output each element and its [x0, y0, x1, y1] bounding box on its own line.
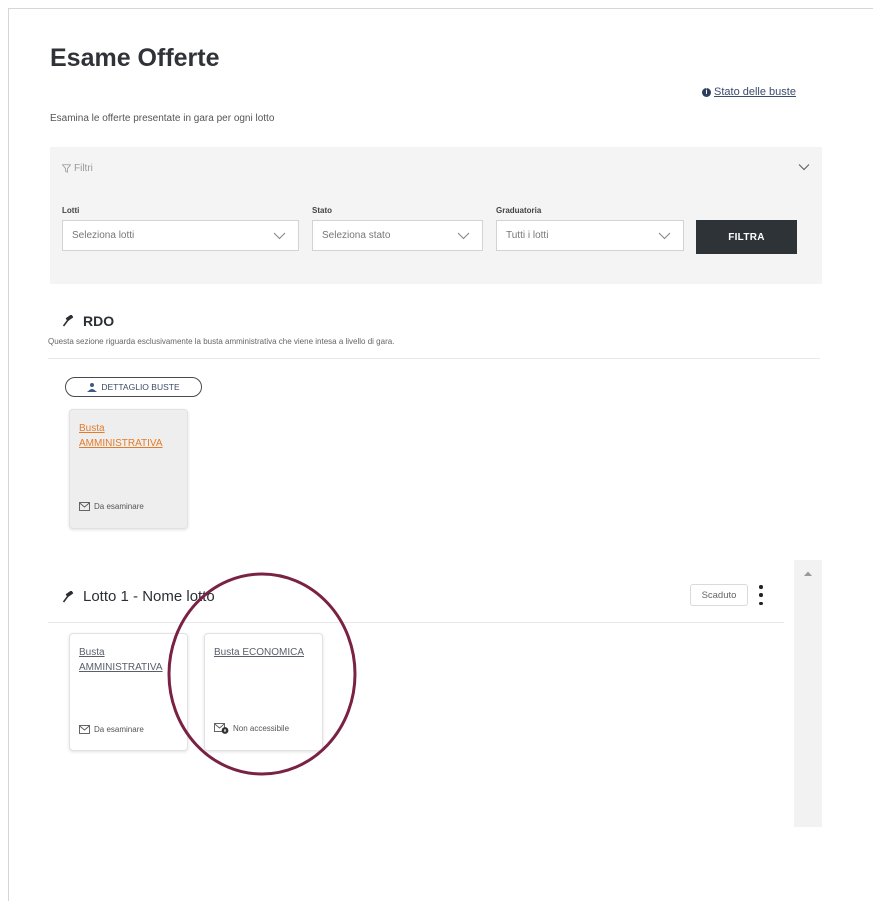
- details-buste-button[interactable]: DETTAGLIO BUSTE: [65, 377, 202, 397]
- card-status-text: Da esaminare: [94, 502, 144, 511]
- graduatoria-select[interactable]: Tutti i lotti: [496, 220, 684, 251]
- details-buste-label: DETTAGLIO BUSTE: [101, 382, 180, 392]
- envelope-lock-icon: [214, 723, 229, 734]
- envelope-icon: [79, 725, 90, 734]
- status-link-label[interactable]: Stato delle buste: [714, 86, 796, 98]
- card-status-text: Non accessibile: [233, 724, 290, 733]
- gavel-icon: [62, 315, 74, 327]
- chevron-down-icon: [457, 232, 470, 240]
- page-subtitle: Esamina le offerte presentate in gara pe…: [50, 113, 275, 124]
- lotto-section-title: Lotto 1 - Nome lotto: [62, 588, 215, 605]
- divider: [48, 358, 820, 359]
- chevron-down-icon: [273, 232, 286, 240]
- divider: [48, 622, 784, 623]
- lotto-busta-amministrativa-card[interactable]: Busta AMMINISTRATIVA Da esaminare: [69, 633, 188, 751]
- scroll-up-icon[interactable]: [803, 570, 813, 577]
- status-badge: Scaduto: [690, 584, 748, 606]
- info-icon: i: [702, 87, 711, 97]
- busta-amministrativa-link[interactable]: Busta AMMINISTRATIVA: [79, 645, 183, 675]
- kebab-menu-icon[interactable]: [757, 585, 765, 605]
- stato-label: Stato: [312, 206, 332, 215]
- stato-select[interactable]: Seleziona stato: [312, 220, 483, 251]
- page-title: Esame Offerte: [50, 44, 220, 72]
- filter-button[interactable]: FILTRA: [696, 220, 797, 254]
- filters-label: Filtri: [74, 163, 93, 174]
- filter-icon: [62, 164, 71, 173]
- lotti-select[interactable]: Seleziona lotti: [62, 220, 299, 251]
- rdo-title: RDO: [83, 313, 115, 329]
- lotto-title: Lotto 1 - Nome lotto: [83, 588, 215, 605]
- card-status: Non accessibile: [214, 723, 289, 734]
- stato-select-value: Seleziona stato: [322, 230, 391, 241]
- filters-toggle[interactable]: Filtri: [62, 163, 93, 174]
- users-icon: [87, 383, 97, 392]
- card-status: Da esaminare: [79, 502, 144, 511]
- gavel-icon: [62, 590, 74, 602]
- chevron-down-icon[interactable]: [798, 163, 810, 171]
- card-status-text: Da esaminare: [94, 725, 144, 734]
- status-link[interactable]: i Stato delle buste: [702, 86, 796, 98]
- rdo-busta-card[interactable]: Busta AMMINISTRATIVA Da esaminare: [69, 409, 188, 529]
- lotti-select-value: Seleziona lotti: [72, 230, 135, 241]
- busta-amministrativa-link[interactable]: Busta AMMINISTRATIVA: [79, 421, 183, 451]
- chevron-down-icon: [658, 232, 671, 240]
- envelope-icon: [79, 502, 90, 511]
- rdo-section-title: RDO: [62, 313, 114, 329]
- rdo-description: Questa sezione riguarda esclusivamente l…: [48, 337, 395, 346]
- lotto-busta-economica-card[interactable]: Busta ECONOMICA Non accessibile: [204, 633, 323, 751]
- lotti-label: Lotti: [62, 206, 80, 215]
- graduatoria-label: Graduatoria: [496, 206, 542, 215]
- busta-economica-link[interactable]: Busta ECONOMICA: [214, 645, 318, 660]
- graduatoria-select-value: Tutti i lotti: [506, 230, 549, 241]
- scrollbar[interactable]: [794, 560, 822, 827]
- filters-panel: Filtri Lotti Seleziona lotti Stato Selez…: [50, 147, 822, 284]
- card-status: Da esaminare: [79, 725, 144, 734]
